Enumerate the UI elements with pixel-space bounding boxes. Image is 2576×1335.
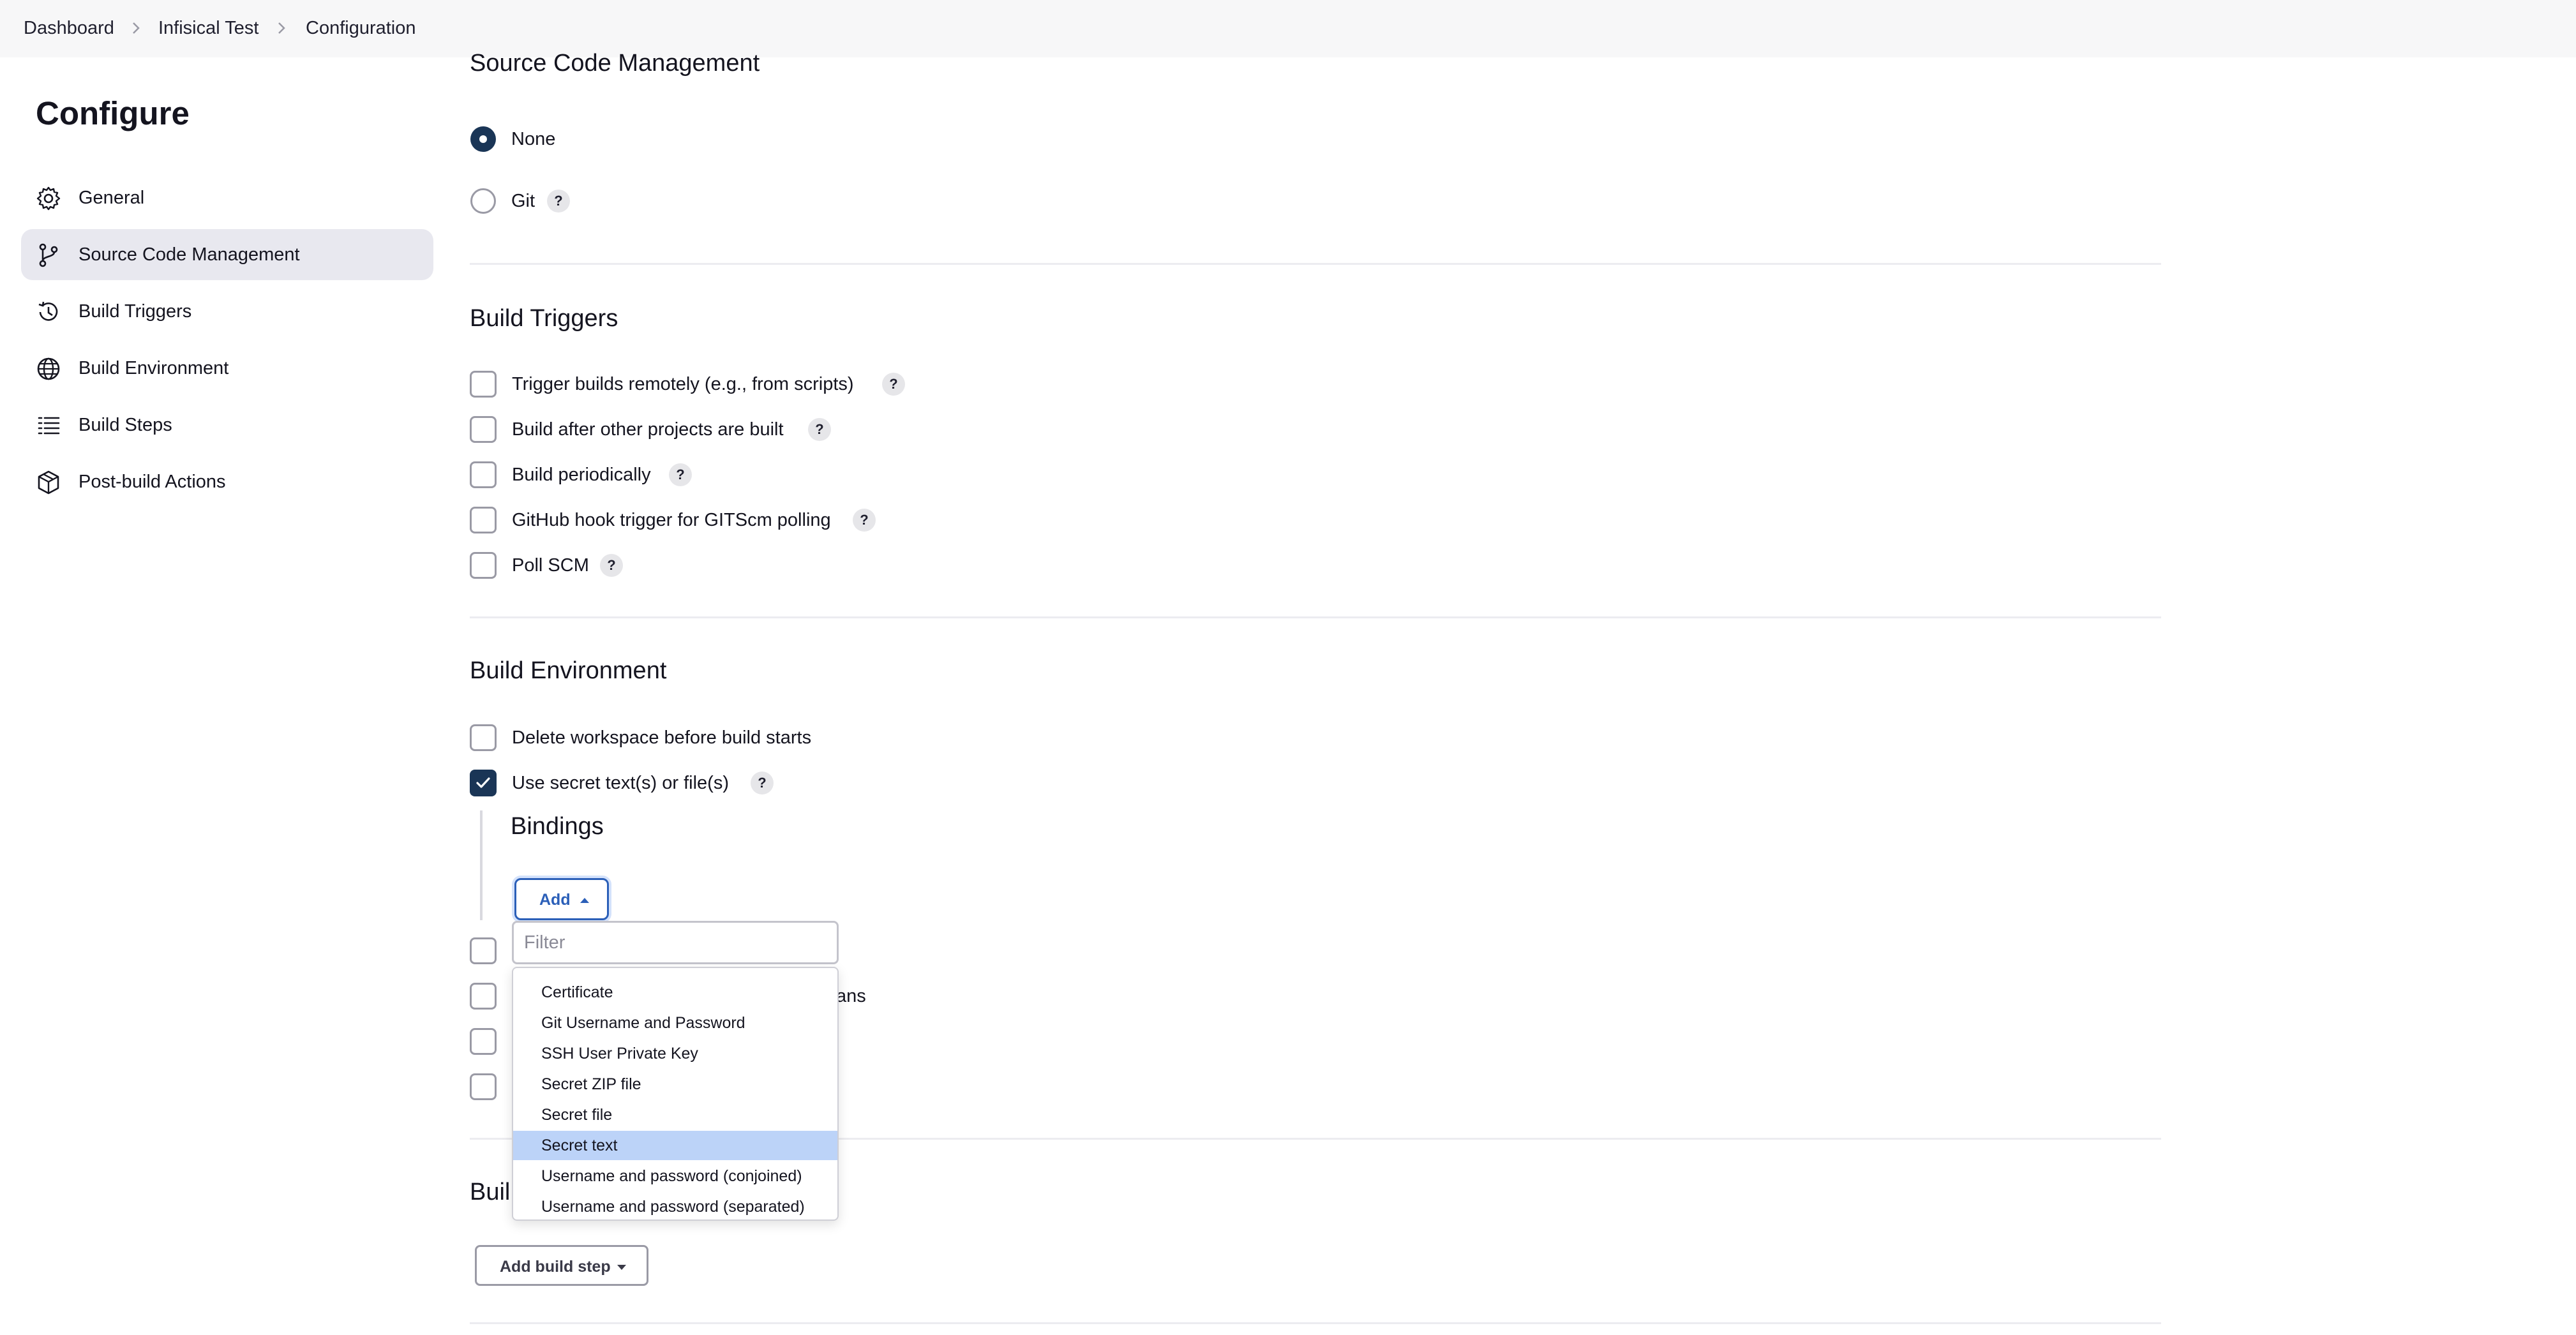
- sidebar-item-build-steps[interactable]: Build Steps: [21, 399, 433, 451]
- checkbox-label-fragment: ans: [836, 986, 866, 1006]
- help-icon[interactable]: ?: [808, 418, 831, 441]
- breadcrumb-dashboard[interactable]: Dashboard: [24, 17, 114, 40]
- binding-type-menu: Certificate Git Username and Password SS…: [512, 967, 839, 1221]
- section-title-build-triggers: Build Triggers: [470, 305, 618, 332]
- divider: [470, 616, 2161, 618]
- help-icon[interactable]: ?: [882, 373, 905, 396]
- menu-item-ssh-private-key[interactable]: SSH User Private Key: [513, 1039, 837, 1068]
- checkbox-poll-scm[interactable]: [470, 552, 497, 579]
- checkbox-env-option[interactable]: [470, 937, 497, 964]
- section-title-build-steps: Buil: [470, 1179, 511, 1205]
- help-icon[interactable]: ?: [547, 190, 570, 213]
- sidebar-item-build-triggers[interactable]: Build Triggers: [21, 286, 433, 337]
- breadcrumb-project[interactable]: Infisical Test: [158, 17, 258, 40]
- menu-item-label: SSH User Private Key: [541, 1045, 698, 1063]
- menu-item-label: Secret file: [541, 1106, 613, 1124]
- menu-item-label: Secret text: [541, 1137, 618, 1154]
- menu-item-username-password-separated[interactable]: Username and password (separated): [513, 1192, 837, 1221]
- git-branch-icon: [39, 243, 58, 267]
- chevron-right-icon: [278, 22, 285, 34]
- checkbox-label: Build after other projects are built: [512, 419, 784, 440]
- sidebar-item-label: Source Code Management: [79, 244, 300, 265]
- help-icon[interactable]: ?: [600, 554, 623, 577]
- package-icon: [38, 470, 59, 495]
- section-title-scm: Source Code Management: [470, 50, 760, 77]
- menu-item-secret-file[interactable]: Secret file: [513, 1100, 837, 1130]
- checkbox-label: Build periodically: [512, 465, 651, 485]
- caret-down-icon: [617, 1265, 626, 1270]
- checkbox-env-option[interactable]: [470, 1028, 497, 1055]
- checkbox-env-option[interactable]: [470, 983, 497, 1010]
- add-binding-label: Add: [539, 891, 571, 909]
- help-icon[interactable]: ?: [751, 772, 774, 794]
- checkbox-env-option[interactable]: [470, 1073, 497, 1100]
- breadcrumb-configuration[interactable]: Configuration: [306, 17, 416, 40]
- checkbox-build-periodically[interactable]: [470, 461, 497, 488]
- menu-item-username-password-conjoined[interactable]: Username and password (conjoined): [513, 1161, 837, 1191]
- add-binding-button[interactable]: Add: [514, 878, 609, 920]
- caret-up-icon: [580, 898, 589, 903]
- sidebar-item-label: Build Environment: [79, 358, 229, 378]
- menu-item-certificate[interactable]: Certificate: [513, 978, 837, 1007]
- globe-icon: [37, 357, 60, 380]
- radio-none[interactable]: [470, 126, 496, 152]
- section-title-build-environment: Build Environment: [470, 657, 667, 684]
- gear-icon: [36, 186, 61, 211]
- checkbox-label: Trigger builds remotely (e.g., from scri…: [512, 374, 854, 394]
- sidebar-item-label: Post-build Actions: [79, 472, 226, 492]
- help-icon[interactable]: ?: [853, 509, 876, 532]
- sidebar-item-label: Build Steps: [79, 415, 172, 435]
- checkbox-label: Poll SCM: [512, 555, 589, 576]
- bindings-indent-line: [480, 810, 483, 920]
- radio-git[interactable]: [470, 188, 496, 214]
- dropdown-filter-input[interactable]: [512, 921, 839, 964]
- page-title: Configure: [36, 95, 190, 131]
- checkbox-label: GitHub hook trigger for GITScm polling: [512, 510, 831, 530]
- sidebar-item-source-code-management[interactable]: Source Code Management: [21, 229, 433, 280]
- help-icon[interactable]: ?: [669, 463, 692, 486]
- bindings-title: Bindings: [511, 813, 604, 840]
- divider: [470, 263, 2161, 265]
- sidebar-item-label: Build Triggers: [79, 301, 192, 322]
- menu-item-secret-text[interactable]: Secret text: [513, 1131, 837, 1160]
- menu-item-label: Certificate: [541, 983, 613, 1001]
- divider: [470, 1322, 2161, 1324]
- menu-item-git-username-password[interactable]: Git Username and Password: [513, 1008, 837, 1038]
- checkbox-build-after-other-projects[interactable]: [470, 416, 497, 443]
- checkmark-icon: [476, 777, 490, 788]
- add-build-step-button[interactable]: Add build step: [475, 1245, 648, 1286]
- chevron-right-icon: [133, 22, 140, 34]
- menu-item-label: Username and password (conjoined): [541, 1167, 802, 1185]
- menu-item-label: Username and password (separated): [541, 1198, 805, 1216]
- checkbox-use-secret-text[interactable]: [470, 770, 497, 796]
- list-icon: [38, 417, 60, 435]
- add-build-step-label: Add build step: [500, 1258, 611, 1276]
- sidebar-item-post-build-actions[interactable]: Post-build Actions: [21, 456, 433, 507]
- sidebar-item-label: General: [79, 188, 145, 208]
- top-bar: Dashboard Infisical Test Configuration: [0, 0, 2576, 57]
- radio-git-label: Git: [511, 191, 535, 211]
- checkbox-delete-workspace[interactable]: [470, 724, 497, 751]
- menu-item-label: Secret ZIP file: [541, 1075, 641, 1093]
- clock-icon: [38, 301, 58, 321]
- sidebar-item-build-environment[interactable]: Build Environment: [21, 343, 433, 394]
- menu-item-label: Git Username and Password: [541, 1014, 745, 1032]
- radio-none-label: None: [511, 129, 556, 149]
- menu-item-secret-zip-file[interactable]: Secret ZIP file: [513, 1070, 837, 1099]
- checkbox-label: Delete workspace before build starts: [512, 727, 812, 748]
- sidebar-item-general[interactable]: General: [21, 172, 433, 223]
- checkbox-github-hook-trigger[interactable]: [470, 507, 497, 533]
- checkbox-label: Use secret text(s) or file(s): [512, 773, 729, 793]
- checkbox-trigger-remotely[interactable]: [470, 371, 497, 398]
